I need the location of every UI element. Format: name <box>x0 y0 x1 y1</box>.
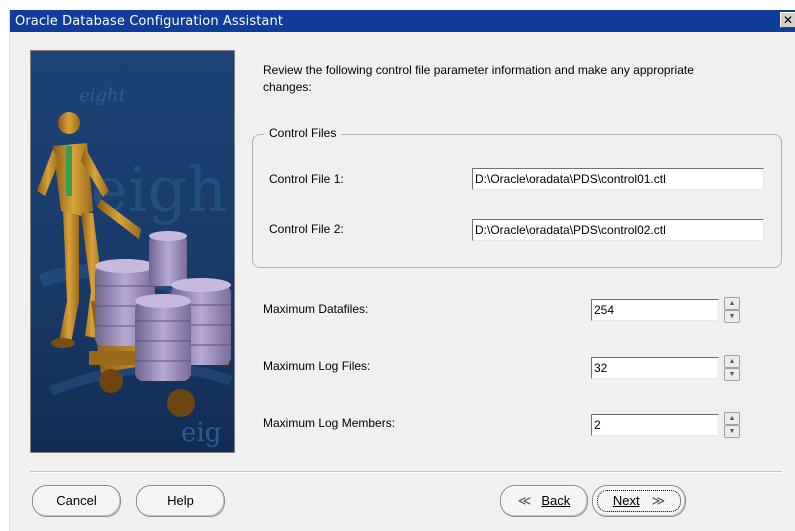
control-file-1-label: Control File 1: <box>269 172 344 186</box>
max-datafiles-label: Maximum Datafiles: <box>263 302 369 316</box>
window-title: Oracle Database Configuration Assistant <box>15 14 284 29</box>
triangle-up-icon[interactable]: ▲ <box>724 412 740 425</box>
triangle-down-icon[interactable]: ▼ <box>724 425 740 438</box>
title-bar[interactable]: Oracle Database Configuration Assistant … <box>10 10 795 32</box>
separator <box>30 471 782 473</box>
cancel-button[interactable]: Cancel <box>32 485 121 517</box>
max-logfiles-spinner: ▲ ▼ <box>724 355 740 381</box>
help-button-label: Help <box>167 493 194 508</box>
max-logmembers-spinner: ▲ ▼ <box>724 412 740 438</box>
intro-text: Review the following control file parame… <box>263 63 694 94</box>
control-file-1-input[interactable]: D:\Oracle\oradata\PDS\control01.ctl <box>472 168 764 190</box>
triangle-down-icon[interactable]: ▼ <box>724 368 740 381</box>
focus-ring <box>597 490 681 512</box>
watermark-text: eig <box>181 418 221 448</box>
cancel-button-label: Cancel <box>56 493 97 508</box>
double-chevron-left-icon: ≪ <box>517 493 532 508</box>
help-button[interactable]: Help <box>136 485 225 517</box>
max-datafiles-spinner: ▲ ▼ <box>724 297 740 323</box>
back-button[interactable]: ≪ Back <box>500 485 588 517</box>
control-files-legend: Control Files <box>264 126 342 140</box>
wizard-illustration: eight eigh eig <box>30 50 235 453</box>
max-datafiles-input[interactable]: 254 <box>591 299 719 321</box>
control-file-2-input[interactable]: D:\Oracle\oradata\PDS\control02.ctl <box>472 219 764 241</box>
close-icon[interactable]: ✕ <box>780 12 795 28</box>
max-logfiles-label: Maximum Log Files: <box>263 359 371 373</box>
triangle-up-icon[interactable]: ▲ <box>724 297 740 310</box>
max-logmembers-label: Maximum Log Members: <box>263 416 396 430</box>
triangle-down-icon[interactable]: ▼ <box>724 310 740 323</box>
max-logmembers-input[interactable]: 2 <box>591 414 719 436</box>
max-logfiles-input[interactable]: 32 <box>591 357 719 379</box>
back-button-label: Back <box>541 493 571 508</box>
next-button[interactable]: Next ≫ <box>592 485 686 517</box>
control-files-group <box>252 134 782 268</box>
watermark-text: eight <box>79 85 127 106</box>
dialog-window: Oracle Database Configuration Assistant … <box>9 10 795 531</box>
control-file-2-label: Control File 2: <box>269 222 344 236</box>
triangle-up-icon[interactable]: ▲ <box>724 355 740 368</box>
